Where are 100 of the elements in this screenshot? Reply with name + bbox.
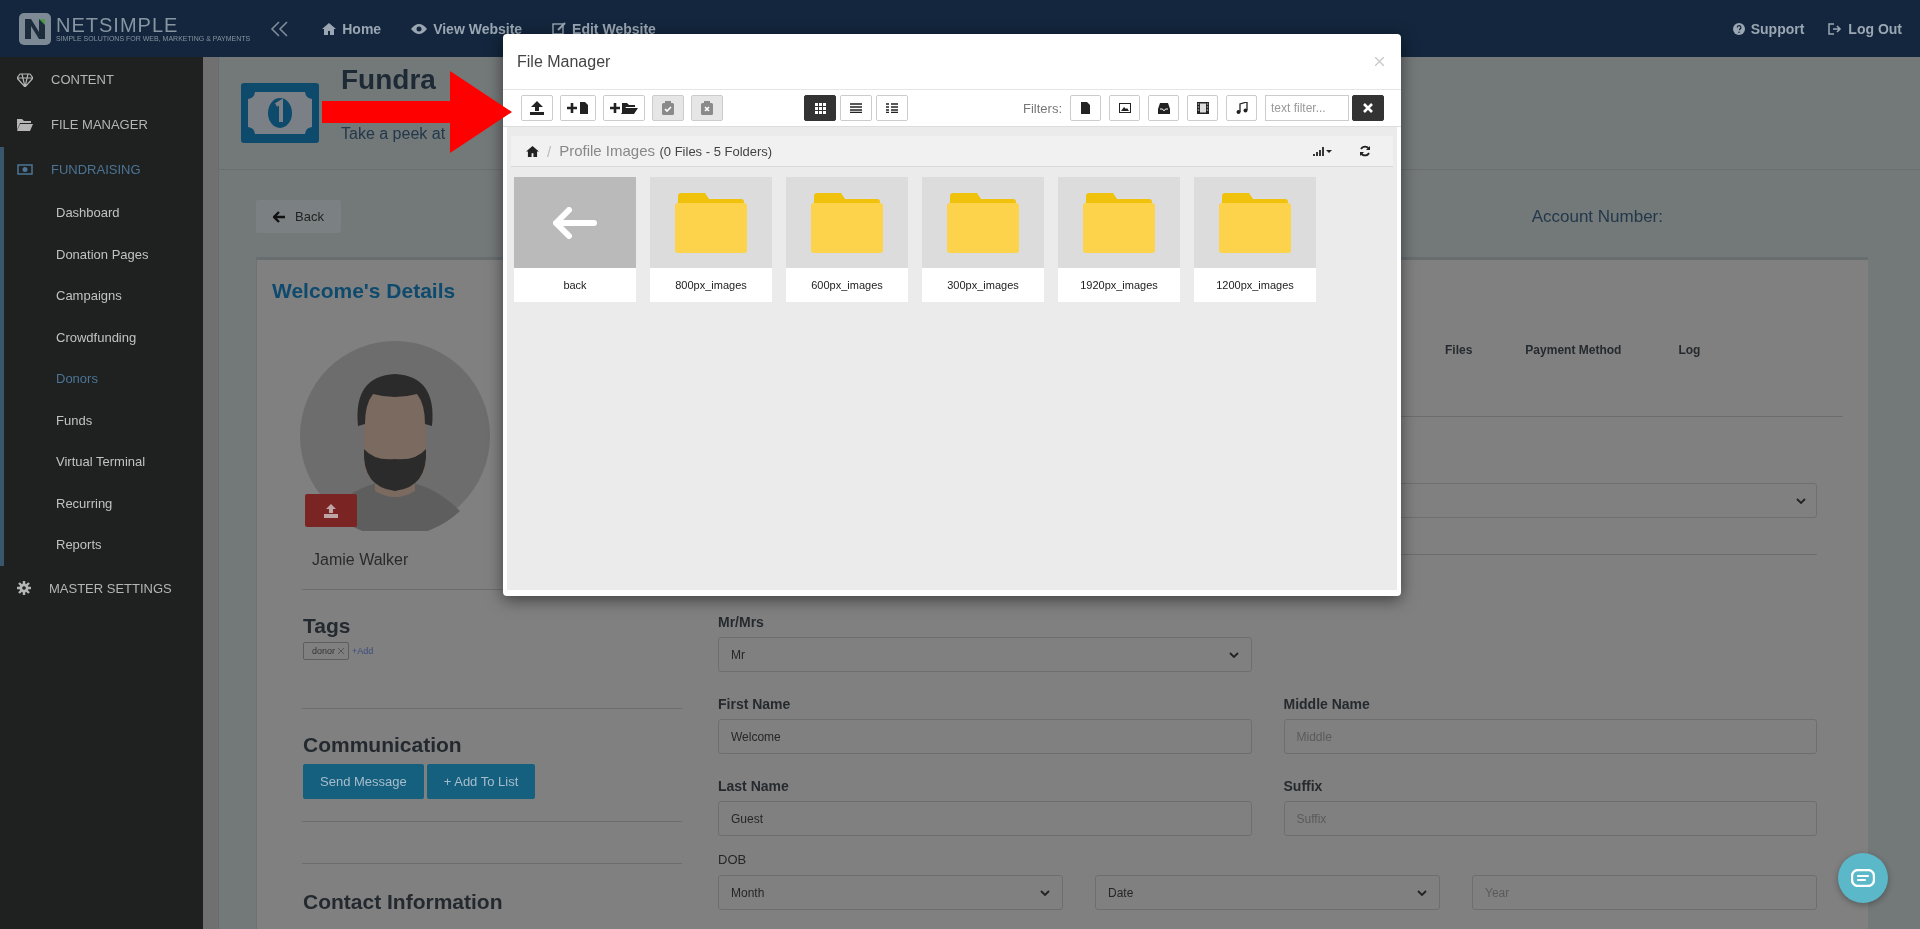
inbox-filter-button[interactable]	[1148, 95, 1179, 121]
folder-icon	[1219, 192, 1291, 253]
nav-link[interactable]: View Website	[411, 20, 523, 37]
home-icon	[322, 22, 337, 35]
sidebar-item[interactable]: Virtual Terminal	[4, 441, 203, 483]
upload-button[interactable]	[521, 95, 553, 121]
select-field[interactable]: Mr	[718, 637, 1252, 672]
file-filter-button[interactable]	[1070, 95, 1101, 121]
page-subtitle: Take a peek at	[341, 125, 446, 143]
section-heading: Welcome's Details	[272, 279, 456, 303]
field-label: Middle Name	[1283, 696, 1371, 712]
refresh-icon[interactable]	[1359, 145, 1371, 157]
diamond-icon	[17, 72, 33, 87]
detail-view-button[interactable]	[876, 95, 908, 121]
sidebar-item[interactable]: Crowdfunding	[4, 316, 203, 358]
scrollbar[interactable]	[203, 57, 219, 929]
audio-filter-button[interactable]	[1226, 95, 1257, 121]
section-heading: Tags	[303, 614, 352, 638]
current-folder: Profile Images (0 Files - 5 Folders)	[559, 142, 773, 160]
clipboard-check-icon	[662, 101, 674, 115]
nav-link[interactable]: Log Out	[1828, 20, 1902, 37]
input-field[interactable]: Welcome	[718, 719, 1252, 754]
sidebar-item[interactable]: CONTENT	[0, 57, 203, 102]
upload-photo-button[interactable]	[305, 494, 357, 527]
sidebar-item[interactable]: FUNDRAISING	[4, 147, 203, 192]
chevron-down-icon	[1417, 889, 1427, 896]
clipboard-x-icon	[701, 101, 713, 115]
page-title: Fundra	[341, 66, 436, 94]
logo-icon	[18, 11, 52, 46]
sort-icon[interactable]	[1313, 146, 1333, 156]
new-folder-button[interactable]	[603, 95, 645, 121]
edit-icon	[552, 22, 567, 35]
text-filter-field[interactable]: text filter...	[1265, 95, 1349, 121]
sidebar-item[interactable]: FILE MANAGER	[0, 102, 203, 147]
account-number-label: Account Number:	[1531, 206, 1663, 227]
field-label: First Name	[718, 696, 792, 712]
file-name: 300px_images	[922, 268, 1044, 302]
select-field[interactable]: Date	[1095, 875, 1440, 910]
inbox-icon	[1157, 102, 1170, 114]
sidebar-item[interactable]: Reports	[4, 524, 203, 566]
chevron-down-icon	[1228, 651, 1239, 658]
music-note-icon	[1235, 102, 1248, 114]
action-button[interactable]: + Add To List	[426, 764, 536, 799]
file-name: 800px_images	[650, 268, 772, 302]
file-icon	[1081, 102, 1090, 114]
chat-button[interactable]	[1838, 853, 1888, 903]
sidebar-item[interactable]: Donation Pages	[4, 233, 203, 275]
home-icon[interactable]	[526, 145, 539, 157]
field-label: Suffix	[1283, 778, 1324, 794]
nav-link[interactable]: Edit Website	[552, 20, 656, 37]
video-filter-button[interactable]	[1187, 95, 1218, 121]
input-field[interactable]: Guest	[718, 801, 1252, 836]
nav-link[interactable]: Home	[322, 20, 382, 37]
paste-button[interactable]	[652, 95, 684, 121]
section-heading: Communication	[303, 733, 463, 757]
list-view-button[interactable]	[840, 95, 872, 121]
select-field[interactable]: Month	[718, 875, 1063, 910]
folder-icon	[1083, 192, 1155, 253]
sidebar-item[interactable]: Donors	[4, 358, 203, 400]
upload-icon	[324, 503, 338, 518]
tab[interactable]: Log	[1678, 343, 1701, 357]
clear-button[interactable]	[691, 95, 723, 121]
section-heading: Contact Information	[303, 890, 504, 914]
folder-icon	[17, 118, 33, 131]
field-label: DOB	[718, 852, 748, 867]
grid-view-button[interactable]	[804, 95, 836, 121]
grid-icon	[814, 102, 826, 114]
sidebar-item[interactable]: Funds	[4, 399, 203, 441]
upload-icon	[530, 101, 544, 115]
sidebar-item[interactable]: Campaigns	[4, 275, 203, 317]
sidebar-item[interactable]: Dashboard	[4, 192, 203, 234]
action-button[interactable]: Send Message	[303, 764, 424, 799]
settings-icon	[17, 581, 31, 595]
list-icon	[850, 103, 862, 113]
image-filter-button[interactable]	[1109, 95, 1140, 121]
dialog-title: File Manager	[517, 52, 611, 71]
breadcrumb-separator: /	[547, 142, 552, 160]
nav-link[interactable]: Support	[1732, 20, 1805, 37]
detail-list-icon	[886, 103, 898, 113]
new-file-button[interactable]	[560, 95, 596, 121]
tab[interactable]: Payment Method	[1525, 343, 1622, 357]
dollar-bill-icon	[241, 83, 319, 143]
clear-filter-button[interactable]	[1352, 95, 1384, 121]
chat-icon	[1851, 869, 1875, 887]
tag-chip[interactable]: donor	[303, 642, 350, 660]
file-name: back	[514, 268, 636, 302]
tab[interactable]: Files	[1445, 343, 1473, 357]
sidebar-item[interactable]: Recurring	[4, 482, 203, 524]
plus-folder-icon	[610, 101, 638, 115]
chevron-down-icon	[1040, 889, 1050, 896]
sidebar-item[interactable]: MASTER SETTINGS	[0, 565, 203, 611]
image-icon	[1118, 103, 1131, 113]
donor-name: Jamie Walker	[312, 551, 410, 569]
file-name: 1200px_images	[1194, 268, 1316, 302]
logout-icon	[1828, 22, 1843, 35]
collapse-icon[interactable]	[270, 20, 291, 37]
file-name: 1920px_images	[1058, 268, 1180, 302]
money-icon	[17, 164, 33, 175]
brand-name: NETSIMPLE	[56, 14, 180, 35]
back-button[interactable]: Back	[256, 200, 341, 233]
